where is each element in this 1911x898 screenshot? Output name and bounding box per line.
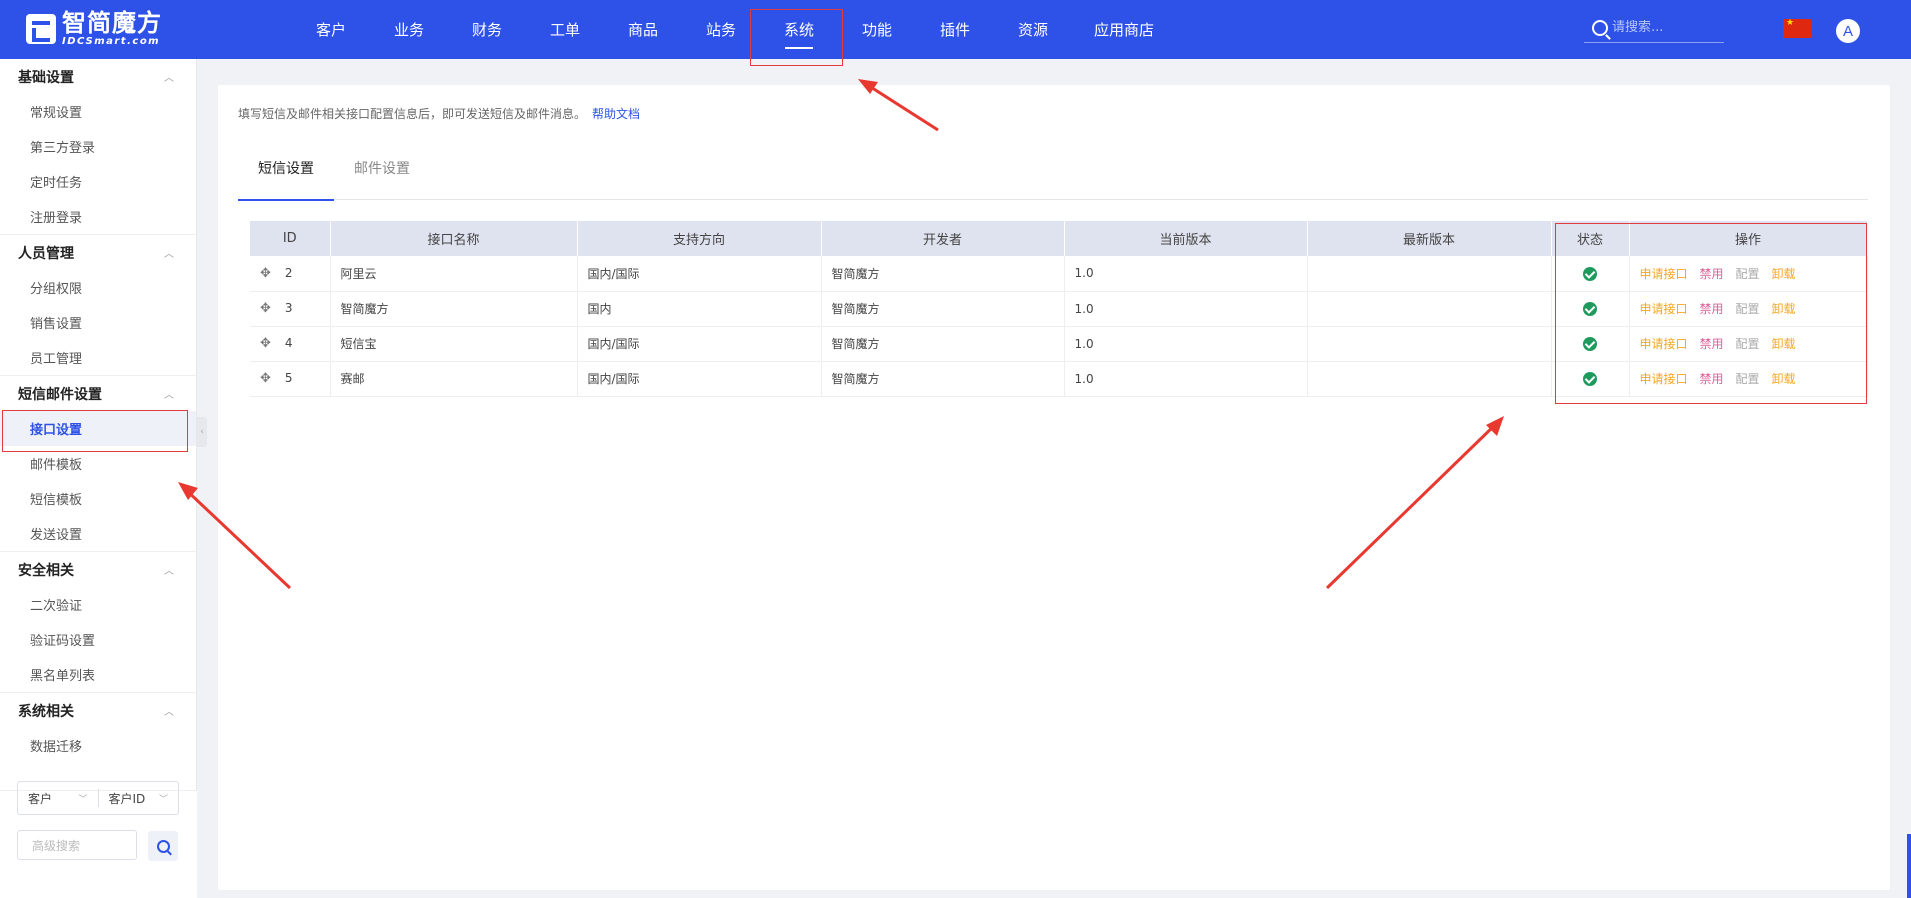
scrollbar[interactable]	[1907, 834, 1911, 898]
global-search	[1584, 13, 1724, 43]
version-cell: 1.0	[1064, 291, 1308, 327]
nav-item-business[interactable]: 业务	[370, 0, 448, 59]
sidebar-item-third-party-login[interactable]: 第三方登录	[0, 129, 196, 164]
sidebar-collapse-handle[interactable]: ‹	[197, 417, 207, 447]
sidebar-item-cron[interactable]: 定时任务	[0, 164, 196, 199]
sidebar-item-sales[interactable]: 销售设置	[0, 305, 196, 340]
interface-name: 短信宝	[330, 326, 578, 362]
nav-item-features[interactable]: 功能	[838, 0, 916, 59]
logo-icon	[26, 14, 56, 44]
direction-cell: 国内/国际	[577, 256, 822, 292]
drag-handle-icon[interactable]: ✥	[260, 266, 271, 281]
chevron-up-icon: ︿	[164, 73, 174, 84]
sidebar-item-register-login[interactable]: 注册登录	[0, 199, 196, 234]
chevron-up-icon: ︿	[164, 249, 174, 260]
sidebar-group-system[interactable]: 系统相关 ︿	[0, 693, 196, 728]
logo-subtitle: IDCSmart.com	[62, 36, 161, 47]
annotation-box-nav	[750, 9, 843, 66]
nav-item-resources[interactable]: 资源	[994, 0, 1072, 59]
version-cell: 1.0	[1064, 256, 1308, 292]
sidebar-item-sms-templates[interactable]: 短信模板	[0, 481, 196, 516]
search-filter-select[interactable]: 客户 ﹀ 客户ID ﹀	[17, 781, 179, 815]
developer-cell: 智简魔方	[821, 361, 1065, 397]
tab-sms-settings[interactable]: 短信设置	[238, 135, 334, 201]
sidebar-group-security[interactable]: 安全相关 ︿	[0, 552, 196, 587]
column-header: 当前版本	[1064, 221, 1308, 256]
sidebar-item-group-permissions[interactable]: 分组权限	[0, 270, 196, 305]
advanced-search-button[interactable]	[148, 831, 178, 861]
developer-cell: 智简魔方	[821, 291, 1065, 327]
developer-cell: 智简魔方	[821, 256, 1065, 292]
chevron-down-icon: ﹀	[158, 794, 168, 805]
chevron-up-icon: ︿	[164, 390, 174, 401]
main-nav: 客户 业务 财务 工单 商品 站务 系统 功能 插件 资源 应用商店	[292, 0, 1176, 59]
direction-cell: 国内	[577, 291, 822, 327]
drag-handle-icon[interactable]: ✥	[260, 371, 271, 386]
filter-type-select[interactable]: 客户 ﹀	[18, 790, 98, 807]
search-input[interactable]	[1612, 20, 1722, 35]
settings-tabs: 短信设置 邮件设置	[238, 135, 1868, 201]
advanced-search-input[interactable]: 高级搜索	[17, 830, 137, 860]
sidebar-item-data-migration[interactable]: 数据迁移	[0, 728, 196, 763]
search-icon[interactable]	[1592, 19, 1608, 36]
filter-field-select[interactable]: 客户ID ﹀	[99, 790, 179, 807]
column-header: 最新版本	[1307, 221, 1552, 256]
language-flag-icon[interactable]	[1783, 18, 1811, 38]
direction-cell: 国内/国际	[577, 326, 822, 362]
sidebar-item-2fa[interactable]: 二次验证	[0, 587, 196, 622]
annotation-box-sidebar	[2, 410, 188, 452]
sidebar: 基础设置 ︿ 常规设置 第三方登录 定时任务 注册登录 人员管理 ︿ 分组权限 销售…	[0, 59, 197, 898]
latest-version-cell	[1307, 326, 1552, 362]
column-header: 开发者	[821, 221, 1065, 256]
chevron-down-icon: ﹀	[78, 794, 88, 805]
nav-item-plugins[interactable]: 插件	[916, 0, 994, 59]
logo-title: 智简魔方	[62, 9, 162, 37]
sidebar-item-general[interactable]: 常规设置	[0, 94, 196, 129]
chevron-up-icon: ︿	[164, 566, 174, 577]
version-cell: 1.0	[1064, 361, 1308, 397]
latest-version-cell	[1307, 291, 1552, 327]
version-cell: 1.0	[1064, 326, 1308, 362]
nav-item-site[interactable]: 站务	[682, 0, 760, 59]
sidebar-group-staff[interactable]: 人员管理 ︿	[0, 235, 196, 270]
top-navbar: 智简魔方 IDCSmart.com 客户 业务 财务 工单 商品 站务 系统 功…	[0, 0, 1911, 59]
chevron-up-icon: ︿	[164, 707, 174, 718]
column-header: 支持方向	[577, 221, 822, 256]
direction-cell: 国内/国际	[577, 361, 822, 397]
sidebar-group-sms-email[interactable]: 短信邮件设置 ︿	[0, 376, 196, 411]
developer-cell: 智简魔方	[821, 326, 1065, 362]
sidebar-item-staff[interactable]: 员工管理	[0, 340, 196, 375]
interface-name: 智简魔方	[330, 291, 578, 327]
drag-handle-icon[interactable]: ✥	[260, 336, 271, 351]
sidebar-item-send-settings[interactable]: 发送设置	[0, 516, 196, 551]
latest-version-cell	[1307, 361, 1552, 397]
interface-name: 赛邮	[330, 361, 578, 397]
sidebar-item-blacklist[interactable]: 黑名单列表	[0, 657, 196, 692]
app-logo[interactable]: 智简魔方 IDCSmart.com	[26, 9, 162, 47]
content-panel: 填写短信及邮件相关接口配置信息后，即可发送短信及邮件消息。 帮助文档 短信设置 邮…	[218, 85, 1890, 890]
search-icon	[156, 839, 170, 853]
nav-item-finance[interactable]: 财务	[448, 0, 526, 59]
tab-email-settings[interactable]: 邮件设置	[334, 135, 430, 200]
interface-name: 阿里云	[330, 256, 578, 292]
help-doc-link[interactable]: 帮助文档	[592, 107, 640, 121]
avatar[interactable]: A	[1836, 19, 1860, 43]
nav-item-customers[interactable]: 客户	[292, 0, 370, 59]
nav-item-app-store[interactable]: 应用商店	[1072, 0, 1176, 59]
drag-handle-icon[interactable]: ✥	[260, 301, 271, 316]
latest-version-cell	[1307, 256, 1552, 292]
annotation-box-actions	[1555, 223, 1867, 404]
nav-item-tickets[interactable]: 工单	[526, 0, 604, 59]
nav-item-products[interactable]: 商品	[604, 0, 682, 59]
notice-text: 填写短信及邮件相关接口配置信息后，即可发送短信及邮件消息。 帮助文档	[238, 107, 641, 121]
sidebar-group-basic[interactable]: 基础设置 ︿	[0, 59, 196, 94]
column-header: ID	[250, 221, 331, 256]
sidebar-item-captcha[interactable]: 验证码设置	[0, 622, 196, 657]
column-header: 接口名称	[330, 221, 578, 256]
